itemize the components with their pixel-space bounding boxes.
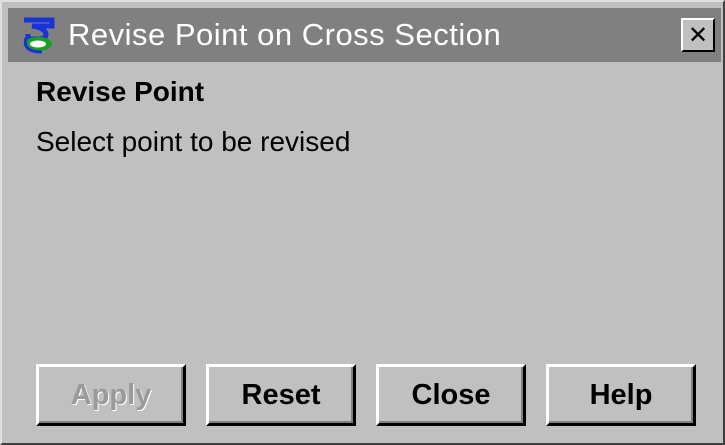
help-button[interactable]: Help <box>546 364 696 426</box>
section-heading: Revise Point <box>36 76 205 107</box>
revise-point-dialog: Revise Point on Cross Section ✕ Revise P… <box>0 0 725 445</box>
title-bar[interactable]: Revise Point on Cross Section ✕ <box>8 8 721 62</box>
app-logo-icon <box>23 17 55 54</box>
instruction-message: Select point to be revised <box>36 126 351 157</box>
window-title: Revise Point on Cross Section <box>68 17 502 52</box>
apply-button[interactable]: Apply <box>36 364 186 426</box>
reset-button[interactable]: Reset <box>206 364 356 426</box>
close-glyph: ✕ <box>687 21 709 49</box>
close-button[interactable]: Close <box>376 364 526 426</box>
close-icon[interactable]: ✕ <box>681 18 715 52</box>
